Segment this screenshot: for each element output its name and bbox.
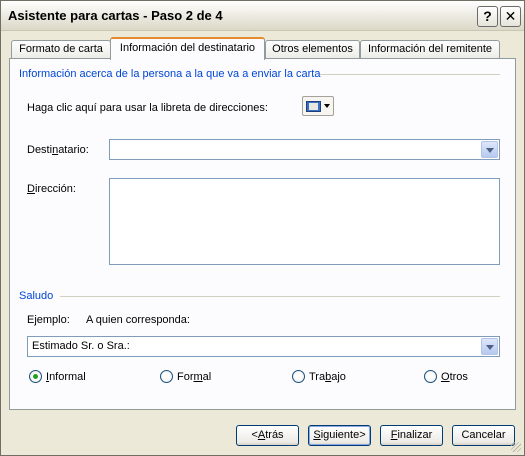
cancel-button[interactable]: Cancelar (452, 425, 515, 446)
tab-formato-de-carta[interactable]: Formato de carta (11, 40, 111, 59)
radio-formal-label[interactable]: Formal (177, 371, 211, 383)
tab-panel: Información acerca de la persona a la qu… (9, 58, 516, 410)
chevron-down-icon (324, 104, 330, 108)
dialog-title: Asistente para cartas - Paso 2 de 4 (8, 8, 223, 23)
tab-otros-elementos[interactable]: Otros elementos (265, 40, 360, 59)
radio-formal[interactable] (160, 370, 173, 383)
address-book-button[interactable] (302, 96, 334, 116)
tab-informacion-del-destinatario[interactable]: Información del destinatario (110, 37, 265, 60)
group-divider (320, 74, 500, 75)
salutation-value: Estimado Sr. o Sra.: (32, 340, 130, 352)
radio-trabajo[interactable] (292, 370, 305, 383)
recipient-label: Destinatario: (27, 144, 89, 156)
next-button[interactable]: Siguiente> (308, 425, 371, 446)
radio-informal[interactable] (29, 370, 42, 383)
address-book-icon (306, 101, 321, 112)
chevron-down-icon[interactable] (481, 141, 498, 158)
group-divider (60, 296, 500, 297)
finish-button[interactable]: Finalizar (380, 425, 443, 446)
address-label: Dirección: (27, 183, 76, 195)
salutation-group-title: Saludo (19, 290, 54, 302)
salutation-combo[interactable]: Estimado Sr. o Sra.: (27, 336, 500, 357)
example-label: Ejemplo: (27, 314, 70, 326)
tab-strip: Formato de carta Información del destina… (11, 37, 516, 60)
tab-informacion-del-remitente[interactable]: Información del remitente (360, 40, 500, 59)
address-textarea[interactable] (109, 178, 500, 265)
resize-grip[interactable] (511, 442, 521, 452)
help-button[interactable]: ? (477, 6, 498, 27)
title-bar[interactable]: Asistente para cartas - Paso 2 de 4 ? ✕ (1, 1, 524, 31)
radio-otros[interactable] (424, 370, 437, 383)
chevron-down-icon[interactable] (481, 338, 498, 355)
recipient-group-title: Información acerca de la persona a la qu… (19, 68, 321, 80)
radio-informal-label[interactable]: Informal (46, 371, 86, 383)
address-book-label: Haga clic aquí para usar la libreta de d… (27, 102, 268, 114)
wizard-dialog: Asistente para cartas - Paso 2 de 4 ? ✕ … (0, 0, 525, 456)
radio-otros-label[interactable]: Otros (441, 371, 468, 383)
recipient-combo[interactable] (109, 139, 500, 160)
close-button[interactable]: ✕ (500, 6, 521, 27)
back-button[interactable]: <Atrás (236, 425, 299, 446)
radio-trabajo-label[interactable]: Trabajo (309, 371, 346, 383)
example-value: A quien corresponda: (86, 314, 190, 326)
